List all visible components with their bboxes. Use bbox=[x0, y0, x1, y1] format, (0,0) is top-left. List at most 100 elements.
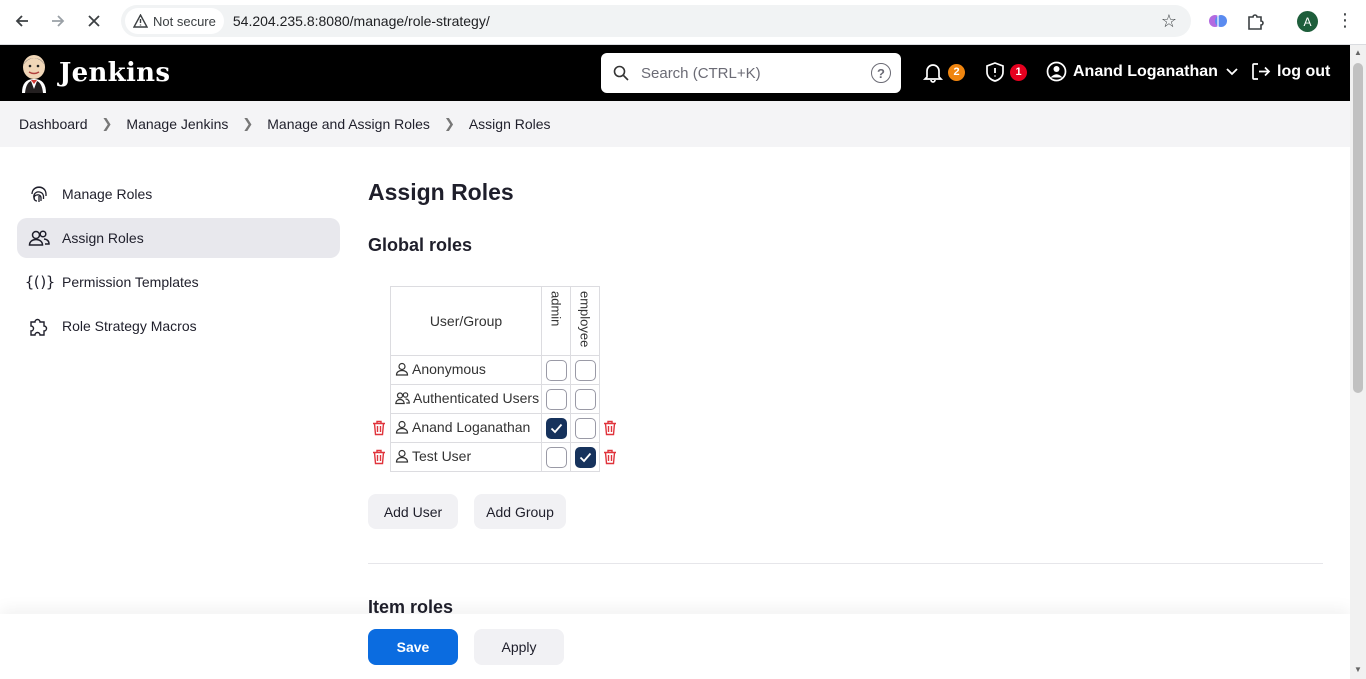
user-cell: Anonymous bbox=[390, 355, 542, 385]
checkbox-cell bbox=[541, 355, 571, 385]
breadcrumb-assign-roles[interactable]: Assign Roles bbox=[469, 116, 551, 132]
global-roles-table: User/Group admin employee Anonymous Auth… bbox=[390, 286, 600, 472]
table-header-row: User/Group admin employee bbox=[390, 286, 600, 356]
user-menu[interactable]: Anand Loganathan bbox=[1046, 61, 1238, 82]
shield-icon bbox=[986, 62, 1004, 82]
sidebar-item-label: Permission Templates bbox=[62, 274, 199, 290]
page-scrollbar[interactable]: ▲ ▼ bbox=[1350, 45, 1366, 679]
role-checkbox[interactable] bbox=[545, 359, 567, 381]
breadcrumb-manage-assign-roles[interactable]: Manage and Assign Roles bbox=[267, 116, 430, 132]
role-header-employee: employee bbox=[570, 286, 600, 356]
profile-avatar[interactable]: A bbox=[1297, 11, 1318, 32]
bottom-app-bar: Save Apply bbox=[0, 614, 1350, 679]
jenkins-logo-text: Jenkins bbox=[59, 58, 171, 88]
add-user-button[interactable]: Add User bbox=[368, 494, 458, 529]
scroll-up-arrow-icon[interactable]: ▲ bbox=[1354, 48, 1362, 57]
sidebar-item-label: Assign Roles bbox=[62, 230, 144, 246]
main-panel: Assign Roles Global roles User/Group adm… bbox=[368, 147, 1323, 679]
role-checkbox[interactable] bbox=[574, 417, 596, 439]
user-group-header: User/Group bbox=[390, 286, 542, 356]
user-name: Anonymous bbox=[412, 361, 486, 378]
security-warnings-button[interactable]: 1 bbox=[984, 61, 1027, 83]
user-cell: Anand Loganathan bbox=[390, 413, 542, 443]
apply-button[interactable]: Apply bbox=[474, 629, 564, 665]
scroll-down-arrow-icon[interactable]: ▼ bbox=[1354, 665, 1362, 674]
table-row: Anonymous bbox=[390, 355, 600, 385]
checkbox-cell bbox=[541, 442, 571, 472]
jenkins-butler-icon bbox=[22, 55, 46, 93]
user-name: Anand Loganathan bbox=[412, 419, 531, 436]
role-checkbox[interactable] bbox=[545, 388, 567, 410]
braces-icon: {()} bbox=[24, 273, 55, 291]
checkbox-cell bbox=[570, 413, 600, 443]
save-button[interactable]: Save bbox=[368, 629, 458, 665]
checkbox-cell bbox=[570, 384, 600, 414]
back-icon[interactable] bbox=[10, 9, 34, 33]
checkbox-cell bbox=[541, 384, 571, 414]
role-checkbox-checked[interactable] bbox=[545, 417, 567, 439]
logout-button[interactable]: log out bbox=[1250, 61, 1330, 82]
chevron-right-icon: ❯ bbox=[101, 116, 113, 131]
more-menu-icon[interactable]: ⋮ bbox=[1336, 10, 1354, 31]
role-name: admin bbox=[548, 291, 564, 327]
sidebar-item-assign-roles[interactable]: Assign Roles bbox=[17, 218, 340, 258]
search-box[interactable]: ? bbox=[601, 53, 901, 93]
jenkins-logo[interactable]: Jenkins bbox=[17, 53, 170, 93]
user-icon bbox=[395, 420, 409, 437]
delete-row-trash-icon[interactable] bbox=[372, 420, 386, 436]
role-checkbox[interactable] bbox=[574, 359, 596, 381]
security-chip[interactable]: Not secure bbox=[125, 8, 224, 34]
table-row: Anand Loganathan bbox=[390, 413, 600, 443]
fingerprint-icon bbox=[28, 183, 50, 205]
role-checkbox[interactable] bbox=[545, 446, 567, 468]
chevron-down-icon[interactable] bbox=[1226, 67, 1238, 76]
scrollbar-thumb[interactable] bbox=[1353, 63, 1363, 393]
logout-label[interactable]: log out bbox=[1277, 63, 1330, 81]
role-checkbox-checked[interactable] bbox=[574, 446, 596, 468]
bookmark-star-icon[interactable]: ☆ bbox=[1161, 11, 1177, 32]
sidebar-item-permission-templates[interactable]: {()} Permission Templates bbox=[17, 262, 340, 302]
user-cell: Test User bbox=[390, 442, 542, 472]
user-name: Authenticated Users bbox=[413, 390, 540, 407]
extension-brain-icon[interactable] bbox=[1208, 11, 1228, 31]
group-icon bbox=[395, 391, 410, 408]
notifications-button[interactable]: 2 bbox=[922, 61, 965, 83]
chevron-right-icon: ❯ bbox=[443, 116, 455, 131]
forward-icon[interactable] bbox=[46, 9, 70, 33]
role-name: employee bbox=[577, 291, 593, 348]
delete-row-trash-icon[interactable] bbox=[603, 420, 617, 436]
sidebar-item-manage-roles[interactable]: Manage Roles bbox=[17, 174, 340, 214]
section-divider bbox=[368, 563, 1323, 564]
side-panel: Manage Roles Assign Roles {()} Permissio… bbox=[17, 174, 340, 350]
sidebar-item-label: Manage Roles bbox=[62, 186, 153, 202]
checkbox-cell bbox=[570, 355, 600, 385]
users-icon bbox=[28, 227, 50, 249]
global-roles-title: Global roles bbox=[368, 235, 473, 255]
url-text[interactable]: 54.204.235.8:8080/manage/role-strategy/ bbox=[233, 13, 490, 29]
add-group-button[interactable]: Add Group bbox=[474, 494, 566, 529]
role-checkbox[interactable] bbox=[574, 388, 596, 410]
close-icon[interactable] bbox=[82, 9, 106, 33]
user-icon bbox=[395, 362, 409, 379]
search-icon bbox=[613, 65, 629, 81]
page-title: Assign Roles bbox=[368, 179, 514, 205]
breadcrumb-dashboard[interactable]: Dashboard bbox=[19, 116, 88, 132]
sidebar-item-label: Role Strategy Macros bbox=[62, 318, 197, 334]
delete-row-trash-icon[interactable] bbox=[372, 449, 386, 465]
delete-row-trash-icon[interactable] bbox=[603, 449, 617, 465]
checkmark-icon bbox=[550, 423, 562, 433]
help-icon[interactable]: ? bbox=[871, 63, 891, 83]
puzzle-icon bbox=[28, 315, 50, 337]
table-row: Authenticated Users bbox=[390, 384, 600, 414]
sidebar-item-role-strategy-macros[interactable]: Role Strategy Macros bbox=[17, 306, 340, 346]
table-row: Test User bbox=[390, 442, 600, 472]
breadcrumb-manage-jenkins[interactable]: Manage Jenkins bbox=[126, 116, 228, 132]
extensions-puzzle-icon[interactable] bbox=[1245, 11, 1265, 31]
search-input[interactable] bbox=[641, 64, 861, 82]
user-name: Test User bbox=[412, 448, 472, 465]
address-bar[interactable]: Not secure 54.204.235.8:8080/manage/role… bbox=[121, 5, 1191, 37]
security-badge: 1 bbox=[1010, 63, 1027, 81]
user-name[interactable]: Anand Loganathan bbox=[1073, 63, 1218, 81]
chevron-right-icon: ❯ bbox=[242, 116, 254, 131]
checkmark-icon bbox=[579, 452, 591, 462]
